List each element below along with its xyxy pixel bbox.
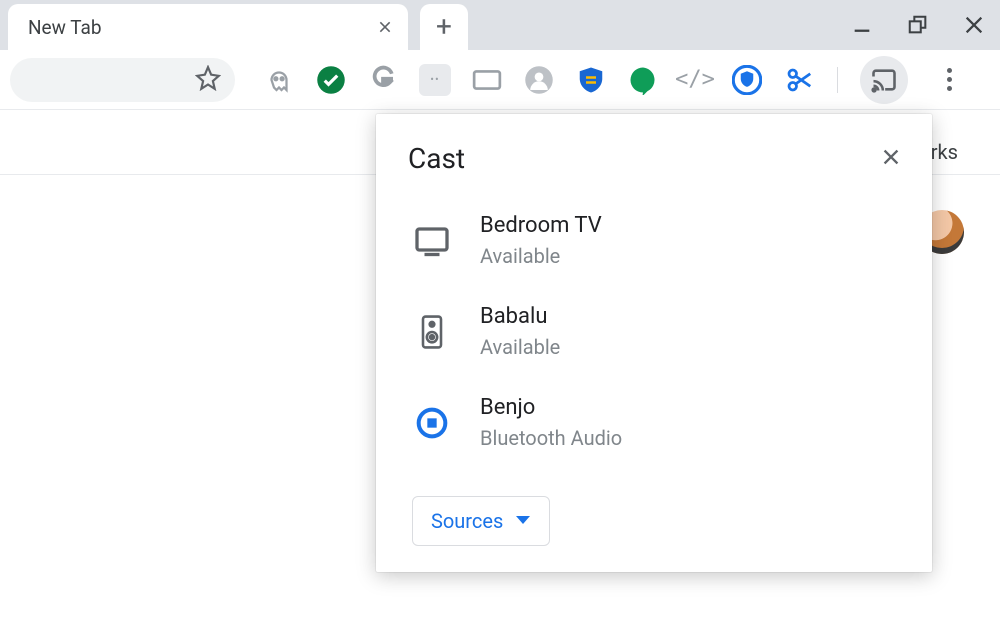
browser-toolbar: •• </>: [0, 50, 1000, 110]
green-check-icon[interactable]: [315, 64, 347, 96]
cast-device-babalu[interactable]: Babalu Available: [412, 304, 906, 359]
window-controls: [844, 0, 992, 50]
device-status: Available: [480, 244, 602, 268]
browser-tab-active[interactable]: New Tab: [8, 4, 408, 50]
cast-device-list: Bedroom TV Available Babalu Available Be…: [408, 213, 906, 450]
partial-link-text[interactable]: rks: [931, 140, 958, 164]
toolbar-divider: [837, 67, 838, 93]
device-status: Bluetooth Audio: [480, 426, 622, 450]
vpn-shield-icon[interactable]: [731, 64, 763, 96]
device-name: Babalu: [480, 304, 560, 329]
close-window-button[interactable]: [956, 7, 992, 43]
bookmark-star-icon[interactable]: [195, 65, 221, 95]
cast-sources-button[interactable]: Sources: [412, 496, 550, 546]
minimize-button[interactable]: [844, 7, 880, 43]
tab-title: New Tab: [28, 16, 102, 39]
password-manager-icon[interactable]: ••: [419, 64, 451, 96]
speaker-icon: [412, 312, 452, 352]
new-tab-button[interactable]: +: [420, 4, 468, 50]
stop-circle-icon: [412, 403, 452, 443]
chrome-menu-button[interactable]: [934, 68, 964, 91]
shield-blue-icon[interactable]: [575, 64, 607, 96]
cast-button[interactable]: [860, 56, 908, 104]
device-name: Benjo: [480, 395, 622, 420]
tv-icon: [412, 221, 452, 261]
cast-popup: Cast Bedroom TV Available Babalu Availab…: [376, 114, 932, 572]
extensions-row: •• </>: [263, 56, 964, 104]
devtools-icon[interactable]: </>: [679, 64, 711, 96]
plus-icon: +: [436, 13, 452, 41]
cast-device-benjo[interactable]: Benjo Bluetooth Audio: [412, 395, 906, 450]
device-name: Bedroom TV: [480, 213, 602, 238]
chevron-down-icon: [515, 515, 531, 527]
maximize-button[interactable]: [900, 7, 936, 43]
hangouts-icon[interactable]: [627, 64, 659, 96]
scissors-icon[interactable]: [783, 64, 815, 96]
tab-close-button[interactable]: [376, 18, 394, 36]
sources-label: Sources: [431, 509, 503, 533]
cast-title: Cast: [408, 142, 465, 175]
google-g-icon[interactable]: [367, 64, 399, 96]
rectangle-icon[interactable]: [471, 64, 503, 96]
cast-device-bedroom-tv[interactable]: Bedroom TV Available: [412, 213, 906, 268]
address-bar[interactable]: [10, 58, 235, 102]
profile-gray-icon[interactable]: [523, 64, 555, 96]
device-status: Available: [480, 335, 560, 359]
cast-close-button[interactable]: [876, 142, 906, 172]
ghostery-icon[interactable]: [263, 64, 295, 96]
browser-tab-strip: New Tab +: [0, 0, 1000, 50]
